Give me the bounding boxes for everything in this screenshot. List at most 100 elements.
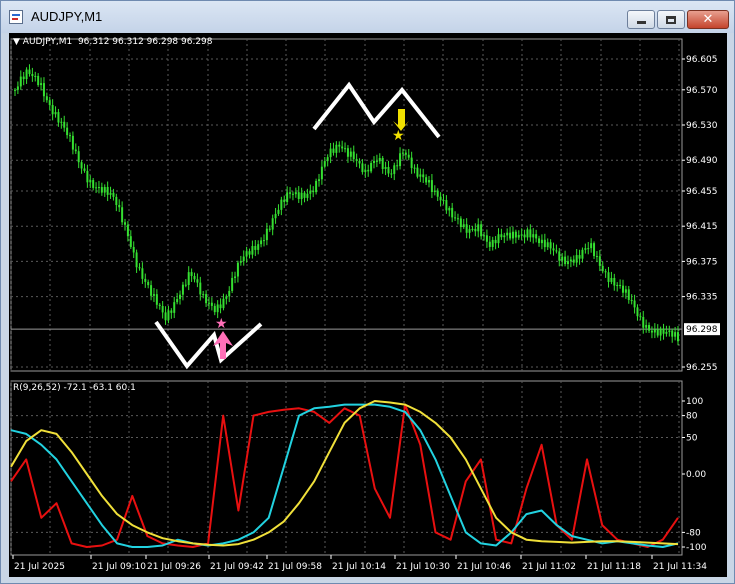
candle-body xyxy=(381,157,384,169)
chart-area[interactable]: 96.605 96.570 96.530 96.490 96.455 96.415 96.3… xyxy=(9,33,727,577)
candle-body xyxy=(77,151,80,163)
candle-body xyxy=(483,235,486,237)
candle-body xyxy=(315,180,318,193)
candle-body xyxy=(645,325,648,328)
buy-star-icon: ★ xyxy=(215,316,228,332)
candle-body xyxy=(216,304,219,313)
candle-body xyxy=(144,278,147,282)
candle-body xyxy=(535,234,538,239)
candle-body xyxy=(257,244,260,250)
price-axis-label: 96.335 xyxy=(686,293,718,303)
candle-body xyxy=(526,229,529,238)
candle-body xyxy=(555,250,558,252)
window-title: AUDJPY,M1 xyxy=(31,9,103,24)
candle-body xyxy=(480,224,483,237)
time-axis-label: 21 Jul 11:34 xyxy=(653,562,707,572)
price-axis-label: 96.415 xyxy=(686,222,718,232)
candle-body xyxy=(92,180,95,188)
candle-body xyxy=(488,241,491,247)
candle-body xyxy=(407,154,410,158)
candle-body xyxy=(97,187,100,189)
candle-body xyxy=(598,256,601,266)
chart-canvas[interactable]: 96.605 96.570 96.530 96.490 96.455 96.415 96.3… xyxy=(9,33,727,577)
candle-body xyxy=(286,192,289,203)
candle-body xyxy=(19,76,22,87)
candle-body xyxy=(624,289,627,293)
candle-body xyxy=(442,200,445,202)
candle-body xyxy=(14,89,16,91)
candle-body xyxy=(344,148,347,150)
candle-body xyxy=(584,248,587,250)
candle-body xyxy=(445,200,448,211)
candle-body xyxy=(462,224,465,228)
time-axis-label: 21 Jul 09:26 xyxy=(147,562,201,572)
candle-body xyxy=(306,193,309,198)
candle-body xyxy=(34,75,37,77)
candle-body xyxy=(373,160,376,163)
candle-body xyxy=(66,127,69,136)
candle-body xyxy=(184,284,187,286)
indicator-axis-label: 0.00 xyxy=(686,470,706,480)
candle-body xyxy=(378,157,381,162)
time-axis-label: 21 Jul 09:58 xyxy=(268,562,322,572)
candle-body xyxy=(514,231,517,238)
candle-body xyxy=(439,196,442,201)
candle-body xyxy=(674,332,677,337)
maximize-icon xyxy=(666,15,676,24)
candle-body xyxy=(566,261,569,265)
double-top-pattern xyxy=(312,81,441,139)
candle-body xyxy=(158,304,161,306)
candle-body xyxy=(384,166,387,169)
candle-body xyxy=(578,255,581,259)
candle-body xyxy=(364,169,367,173)
candle-body xyxy=(639,316,642,318)
candle-body xyxy=(239,261,242,263)
close-button[interactable]: ✕ xyxy=(687,10,729,29)
candle-body xyxy=(147,281,150,286)
candle-body xyxy=(561,256,564,261)
candle-body xyxy=(54,112,57,115)
candle-body xyxy=(422,174,425,178)
chart-menu-arrow-icon[interactable]: ▼ xyxy=(13,37,20,47)
candle-body xyxy=(179,294,182,299)
candle-body xyxy=(520,234,523,236)
candle-body xyxy=(100,187,103,193)
candle-body xyxy=(338,144,341,147)
candle-body xyxy=(132,246,135,253)
candle-body xyxy=(115,196,118,206)
candle-body xyxy=(262,240,265,242)
candle-body xyxy=(242,256,245,262)
minimize-button[interactable] xyxy=(627,10,655,29)
candle-body xyxy=(581,249,584,259)
candle-body xyxy=(419,174,422,177)
yellow-oscillator-line xyxy=(10,400,679,547)
candle-body xyxy=(89,180,92,183)
time-axis-label: 21 Jul 09:10 xyxy=(92,562,146,572)
time-axis-label: 21 Jul 10:14 xyxy=(332,562,386,572)
indicator-axis-label: -80 xyxy=(686,528,701,538)
price-axis-label: 96.375 xyxy=(686,257,718,267)
candle-body xyxy=(152,294,155,296)
candle-body xyxy=(361,163,364,173)
maximize-button[interactable] xyxy=(657,10,685,29)
candle-body xyxy=(326,157,329,162)
candle-body xyxy=(540,239,543,244)
candle-body xyxy=(413,167,416,169)
indicator-axis-label: 80 xyxy=(686,412,698,422)
candle-body xyxy=(465,224,468,233)
candle-body xyxy=(636,307,639,317)
title-bar[interactable]: AUDJPY,M1 ✕ xyxy=(1,1,734,33)
candle-body xyxy=(659,328,662,336)
candle-body xyxy=(595,256,598,258)
candle-body xyxy=(396,165,399,167)
candle-body xyxy=(335,144,338,153)
candle-body xyxy=(69,135,72,137)
candle-body xyxy=(341,146,344,149)
candle-body xyxy=(129,236,132,247)
candle-body xyxy=(572,259,575,263)
candle-body xyxy=(668,330,671,332)
candle-body xyxy=(109,192,112,195)
candle-body xyxy=(503,235,506,238)
candle-body xyxy=(491,239,494,247)
candle-body xyxy=(248,251,251,255)
